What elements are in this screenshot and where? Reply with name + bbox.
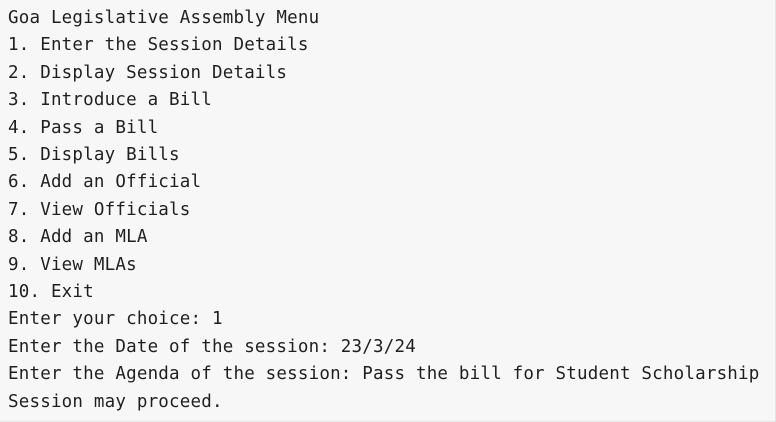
date-prompt-line: Enter the Date of the session: 23/3/24 bbox=[8, 336, 416, 357]
choice-prompt-line: Enter your choice: 1 bbox=[8, 309, 223, 330]
menu-title: Goa Legislative Assembly Menu bbox=[8, 8, 320, 28]
menu-item-pass-bill: 4. Pass a Bill bbox=[8, 117, 159, 138]
menu-item-add-official: 6. Add an Official bbox=[8, 172, 202, 193]
agenda-prompt-line: Enter the Agenda of the session: Pass th… bbox=[8, 364, 760, 385]
menu-item-introduce-bill: 3. Introduce a Bill bbox=[8, 90, 212, 111]
menu-item-display-session-details: 2. Display Session Details bbox=[8, 62, 288, 83]
menu-item-view-mlas: 9. View MLAs bbox=[8, 254, 137, 275]
console-output: Goa Legislative Assembly Menu 1. Enter t… bbox=[0, 0, 776, 422]
menu-item-display-bills: 5. Display Bills bbox=[8, 145, 180, 166]
menu-item-enter-session-details: 1. Enter the Session Details bbox=[8, 35, 309, 56]
menu-item-exit: 10. Exit bbox=[8, 282, 94, 303]
result-message: Session may proceed. bbox=[8, 391, 223, 412]
menu-item-add-mla: 8. Add an MLA bbox=[8, 227, 148, 248]
menu-item-view-officials: 7. View Officials bbox=[8, 199, 191, 220]
